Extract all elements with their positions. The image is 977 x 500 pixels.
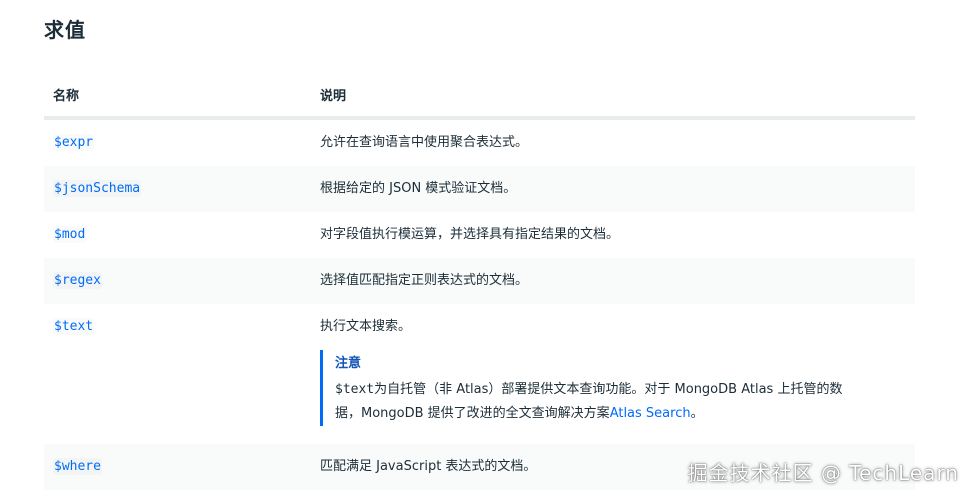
operator-link-regex[interactable]: $regex <box>53 272 102 289</box>
operator-link-jsonschema[interactable]: $jsonSchema <box>53 180 142 197</box>
description-cell: 根据给定的 JSON 模式验证文档。 <box>311 166 915 212</box>
note-code: $text <box>335 382 375 397</box>
evaluation-operators-table: 名称 说明 $expr 允许在查询语言中使用聚合表达式。 $jsonSchema… <box>44 72 915 490</box>
atlas-search-link[interactable]: Atlas Search <box>610 406 691 421</box>
table-header-row: 名称 说明 <box>44 72 915 120</box>
operator-cell: $text <box>44 304 311 444</box>
operator-cell: $regex <box>44 258 311 304</box>
description-cell: 允许在查询语言中使用聚合表达式。 <box>320 135 529 150</box>
operator-link-text[interactable]: $text <box>53 318 95 335</box>
operator-link-expr[interactable]: $expr <box>53 134 95 151</box>
note-body: $text为自托管（非 Atlas）部署提供文本查询功能。对于 MongoDB … <box>335 378 895 426</box>
operator-cell: $mod <box>44 212 311 258</box>
description-cell: 对字段值执行模运算，并选择具有指定结果的文档。 <box>320 227 620 242</box>
header-name: 名称 <box>44 72 311 120</box>
note-callout: 注意 $text为自托管（非 Atlas）部署提供文本查询功能。对于 Mongo… <box>320 350 915 426</box>
table-row: $expr 允许在查询语言中使用聚合表达式。 <box>44 118 915 166</box>
note-text-line2: 据，MongoDB 提供了改进的全文查询解决方案 <box>335 406 610 421</box>
table-row: $mod 对字段值执行模运算，并选择具有指定结果的文档。 <box>44 212 915 258</box>
note-text-end: 。 <box>690 406 704 421</box>
description-cell: 执行文本搜索。 注意 $text为自托管（非 Atlas）部署提供文本查询功能。… <box>311 304 915 444</box>
table-row: $jsonSchema 根据给定的 JSON 模式验证文档。 <box>44 166 915 212</box>
operator-cell: $jsonSchema <box>44 166 311 212</box>
page-title: 求值 <box>44 18 86 42</box>
table-row: $text 执行文本搜索。 注意 $text为自托管（非 Atlas）部署提供文… <box>44 304 915 444</box>
table-row: $regex 选择值匹配指定正则表达式的文档。 <box>44 258 915 304</box>
operator-link-mod[interactable]: $mod <box>53 226 87 243</box>
note-text-line1: 为自托管（非 Atlas）部署提供文本查询功能。对于 MongoDB Atlas… <box>374 382 843 397</box>
note-title: 注意 <box>335 356 362 371</box>
operator-cell: $where <box>44 444 311 490</box>
watermark: 掘金技术社区 @ TechLearn <box>687 461 959 485</box>
description-text: 执行文本搜索。 <box>320 319 412 334</box>
operator-cell: $expr <box>44 118 311 166</box>
description-cell: 选择值匹配指定正则表达式的文档。 <box>311 258 915 304</box>
operator-link-where[interactable]: $where <box>53 458 102 475</box>
header-description: 说明 <box>311 72 915 120</box>
